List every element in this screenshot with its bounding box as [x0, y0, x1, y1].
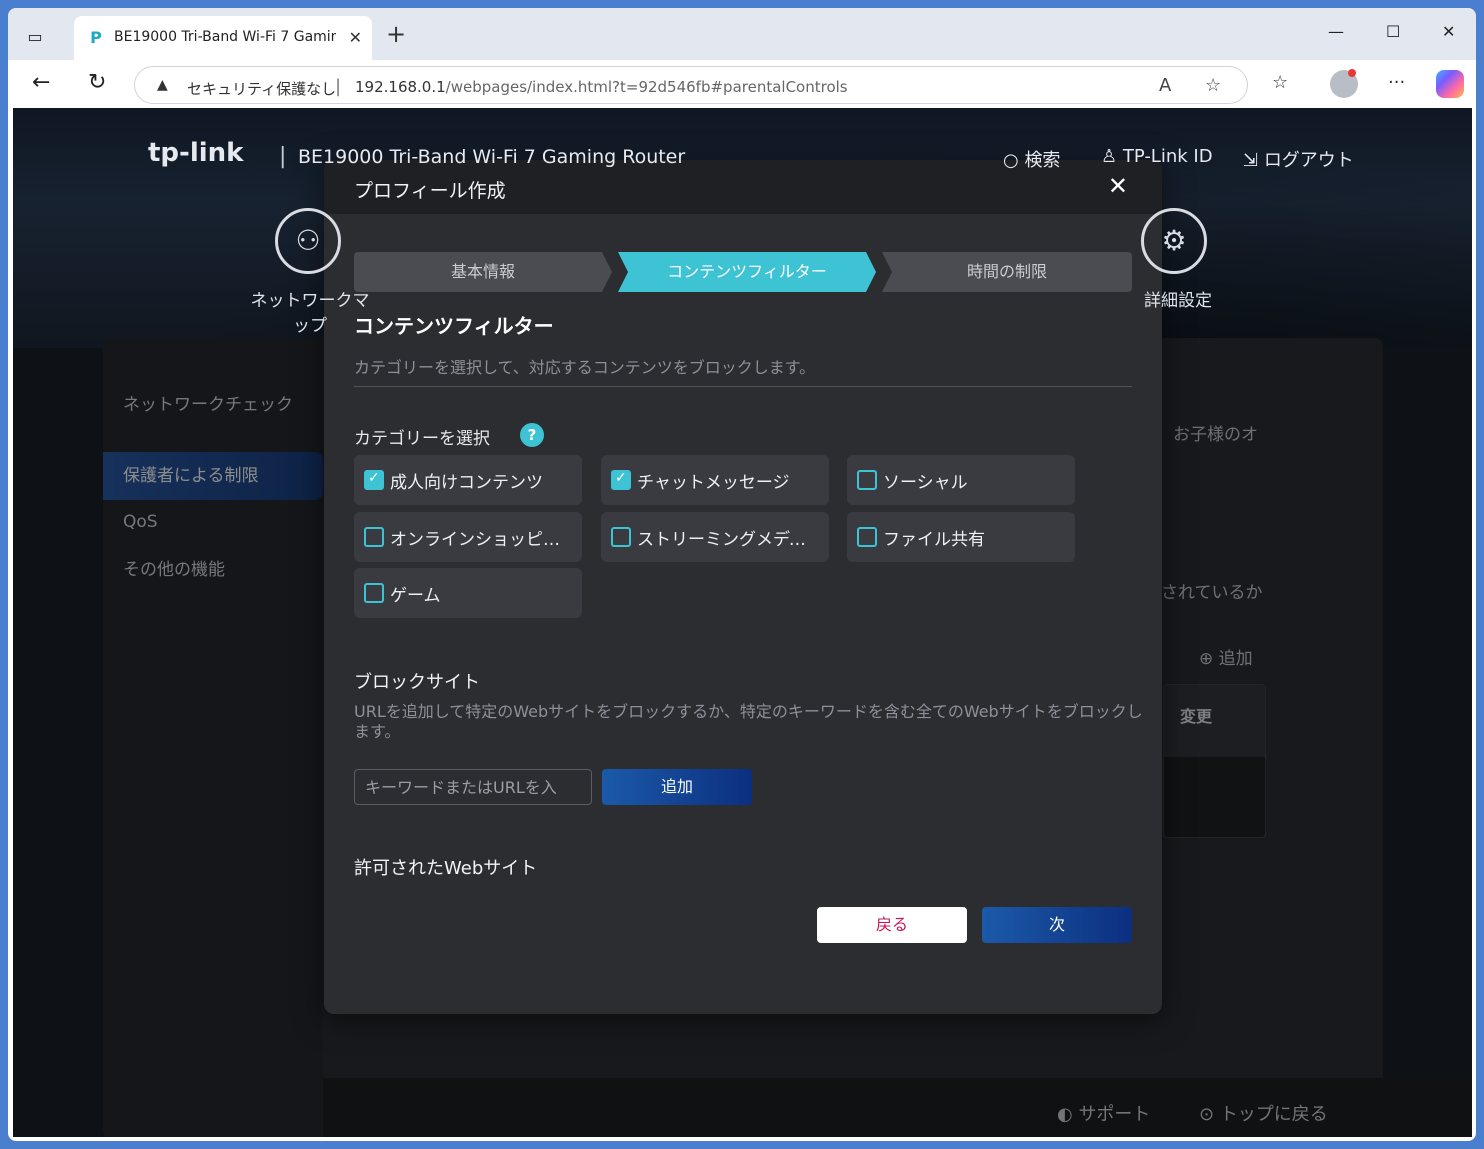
- close-window-icon[interactable]: ✕: [1442, 22, 1455, 41]
- next-button[interactable]: 次: [982, 907, 1132, 943]
- tab-title: BE19000 Tri-Band Wi-Fi 7 Gaming: [114, 29, 336, 45]
- close-icon[interactable]: ✕: [1108, 172, 1128, 200]
- block-sites-title: ブロックサイト: [354, 672, 480, 693]
- tplink-id-label: TP-Link ID: [1122, 146, 1213, 167]
- section-title: コンテンツフィルター: [354, 314, 554, 338]
- modal-title: プロフィール作成: [354, 180, 506, 202]
- browser-window: ▭ P BE19000 Tri-Band Wi-Fi 7 Gaming ✕ + …: [8, 8, 1476, 1141]
- profile-notification-dot: [1348, 69, 1356, 77]
- help-icon[interactable]: ?: [520, 423, 544, 447]
- checkbox-streaming[interactable]: [611, 527, 631, 547]
- back-icon[interactable]: ←: [32, 70, 50, 96]
- category-adult[interactable]: 成人向けコンテンツ: [354, 455, 582, 505]
- category-label-chat: チャットメッセージ: [637, 473, 790, 493]
- warning-icon: ▲: [157, 77, 168, 93]
- network-map-label[interactable]: ネットワークマップ: [245, 286, 375, 336]
- tab-actions-icon[interactable]: ▭: [22, 24, 48, 50]
- step-basic-info: 基本情報: [354, 252, 612, 292]
- category-games[interactable]: ゲーム: [354, 568, 582, 618]
- checkbox-games[interactable]: [364, 583, 384, 603]
- section-description: カテゴリーを選択して、対応するコンテンツをブロックします。: [354, 358, 816, 377]
- checkbox-chat[interactable]: [611, 470, 631, 490]
- search-link[interactable]: ○ 検索: [1003, 146, 1060, 172]
- url-path: /webpages/index.html?t=92d546fb#parental…: [445, 78, 848, 96]
- step-time-limits: 時間の制限: [882, 252, 1132, 292]
- checkbox-file-sharing[interactable]: [857, 527, 877, 547]
- address-separator: |: [335, 76, 342, 97]
- keyword-url-input[interactable]: [354, 769, 592, 805]
- logout-label: ログアウト: [1263, 150, 1354, 171]
- tplink-id-link[interactable]: ♙ TP-Link ID: [1101, 146, 1213, 167]
- minimize-icon[interactable]: —: [1328, 22, 1344, 41]
- add-button[interactable]: 追加: [602, 769, 752, 805]
- maximize-icon[interactable]: ☐: [1386, 22, 1400, 41]
- browser-toolbar: ← ↻ ▲ セキュリティ保護なし | 192.168.0.1/webpages/…: [8, 60, 1476, 108]
- category-shopping[interactable]: オンラインショッピング: [354, 512, 582, 562]
- more-icon[interactable]: ···: [1388, 72, 1405, 93]
- checkbox-social[interactable]: [857, 470, 877, 490]
- back-button[interactable]: 戻る: [817, 907, 967, 943]
- divider: [354, 386, 1132, 387]
- new-tab-icon[interactable]: +: [386, 22, 406, 46]
- settings-gear-icon[interactable]: ⚙: [1141, 208, 1207, 274]
- category-label-shopping: オンラインショッピング: [390, 530, 574, 550]
- category-label-streaming: ストリーミングメディア: [637, 530, 821, 550]
- step-indicator: 基本情報 コンテンツフィルター 時間の制限: [354, 252, 1132, 292]
- router-name: BE19000 Tri-Band Wi-Fi 7 Gaming Router: [298, 146, 686, 168]
- tplink-logo: tp-link: [148, 138, 244, 168]
- browser-tab[interactable]: P BE19000 Tri-Band Wi-Fi 7 Gaming ✕: [74, 16, 372, 60]
- favorites-icon[interactable]: ☆: [1272, 72, 1288, 93]
- category-social[interactable]: ソーシャル: [847, 455, 1075, 505]
- checkbox-adult[interactable]: [364, 470, 384, 490]
- logo-separator: |: [279, 144, 287, 169]
- tab-close-icon[interactable]: ✕: [349, 28, 362, 47]
- category-label-social: ソーシャル: [883, 473, 968, 493]
- category-label-games: ゲーム: [390, 586, 441, 606]
- allowed-sites-title: 許可されたWebサイト: [354, 858, 538, 879]
- favorite-star-icon[interactable]: ☆: [1205, 75, 1221, 96]
- read-aloud-icon[interactable]: A: [1159, 75, 1171, 96]
- category-label: カテゴリーを選択: [354, 429, 490, 449]
- category-label-adult: 成人向けコンテンツ: [390, 473, 543, 493]
- advanced-label[interactable]: 詳細設定: [1123, 286, 1233, 311]
- category-file-sharing[interactable]: ファイル共有: [847, 512, 1075, 562]
- reload-icon[interactable]: ↻: [88, 70, 106, 96]
- address-bar[interactable]: ▲ セキュリティ保護なし | 192.168.0.1/webpages/inde…: [134, 66, 1248, 104]
- category-label-file-sharing: ファイル共有: [883, 530, 985, 550]
- category-streaming[interactable]: ストリーミングメディア: [601, 512, 829, 562]
- tplink-favicon-icon: P: [90, 28, 102, 47]
- logout-link[interactable]: ⇲ ログアウト: [1243, 146, 1354, 172]
- copilot-icon[interactable]: [1436, 70, 1464, 98]
- security-label: セキュリティ保護なし: [187, 80, 337, 98]
- tab-bar: ▭ P BE19000 Tri-Band Wi-Fi 7 Gaming ✕ + …: [8, 8, 1476, 60]
- category-chat[interactable]: チャットメッセージ: [601, 455, 829, 505]
- network-map-icon[interactable]: ⚇: [275, 208, 341, 274]
- checkbox-shopping[interactable]: [364, 527, 384, 547]
- url-host: 192.168.0.1: [355, 78, 446, 96]
- step-content-filter: コンテンツフィルター: [618, 252, 876, 292]
- url-text: 192.168.0.1/webpages/index.html?t=92d546…: [355, 78, 848, 96]
- block-sites-description: URLを追加して特定のWebサイトをブロックするか、特定のキーワードを含む全ての…: [354, 702, 1143, 741]
- search-label: 検索: [1024, 150, 1061, 171]
- create-profile-modal: プロフィール作成 ✕ 基本情報 コンテンツフィルター 時間の制限 コンテンツフィ…: [324, 160, 1162, 1014]
